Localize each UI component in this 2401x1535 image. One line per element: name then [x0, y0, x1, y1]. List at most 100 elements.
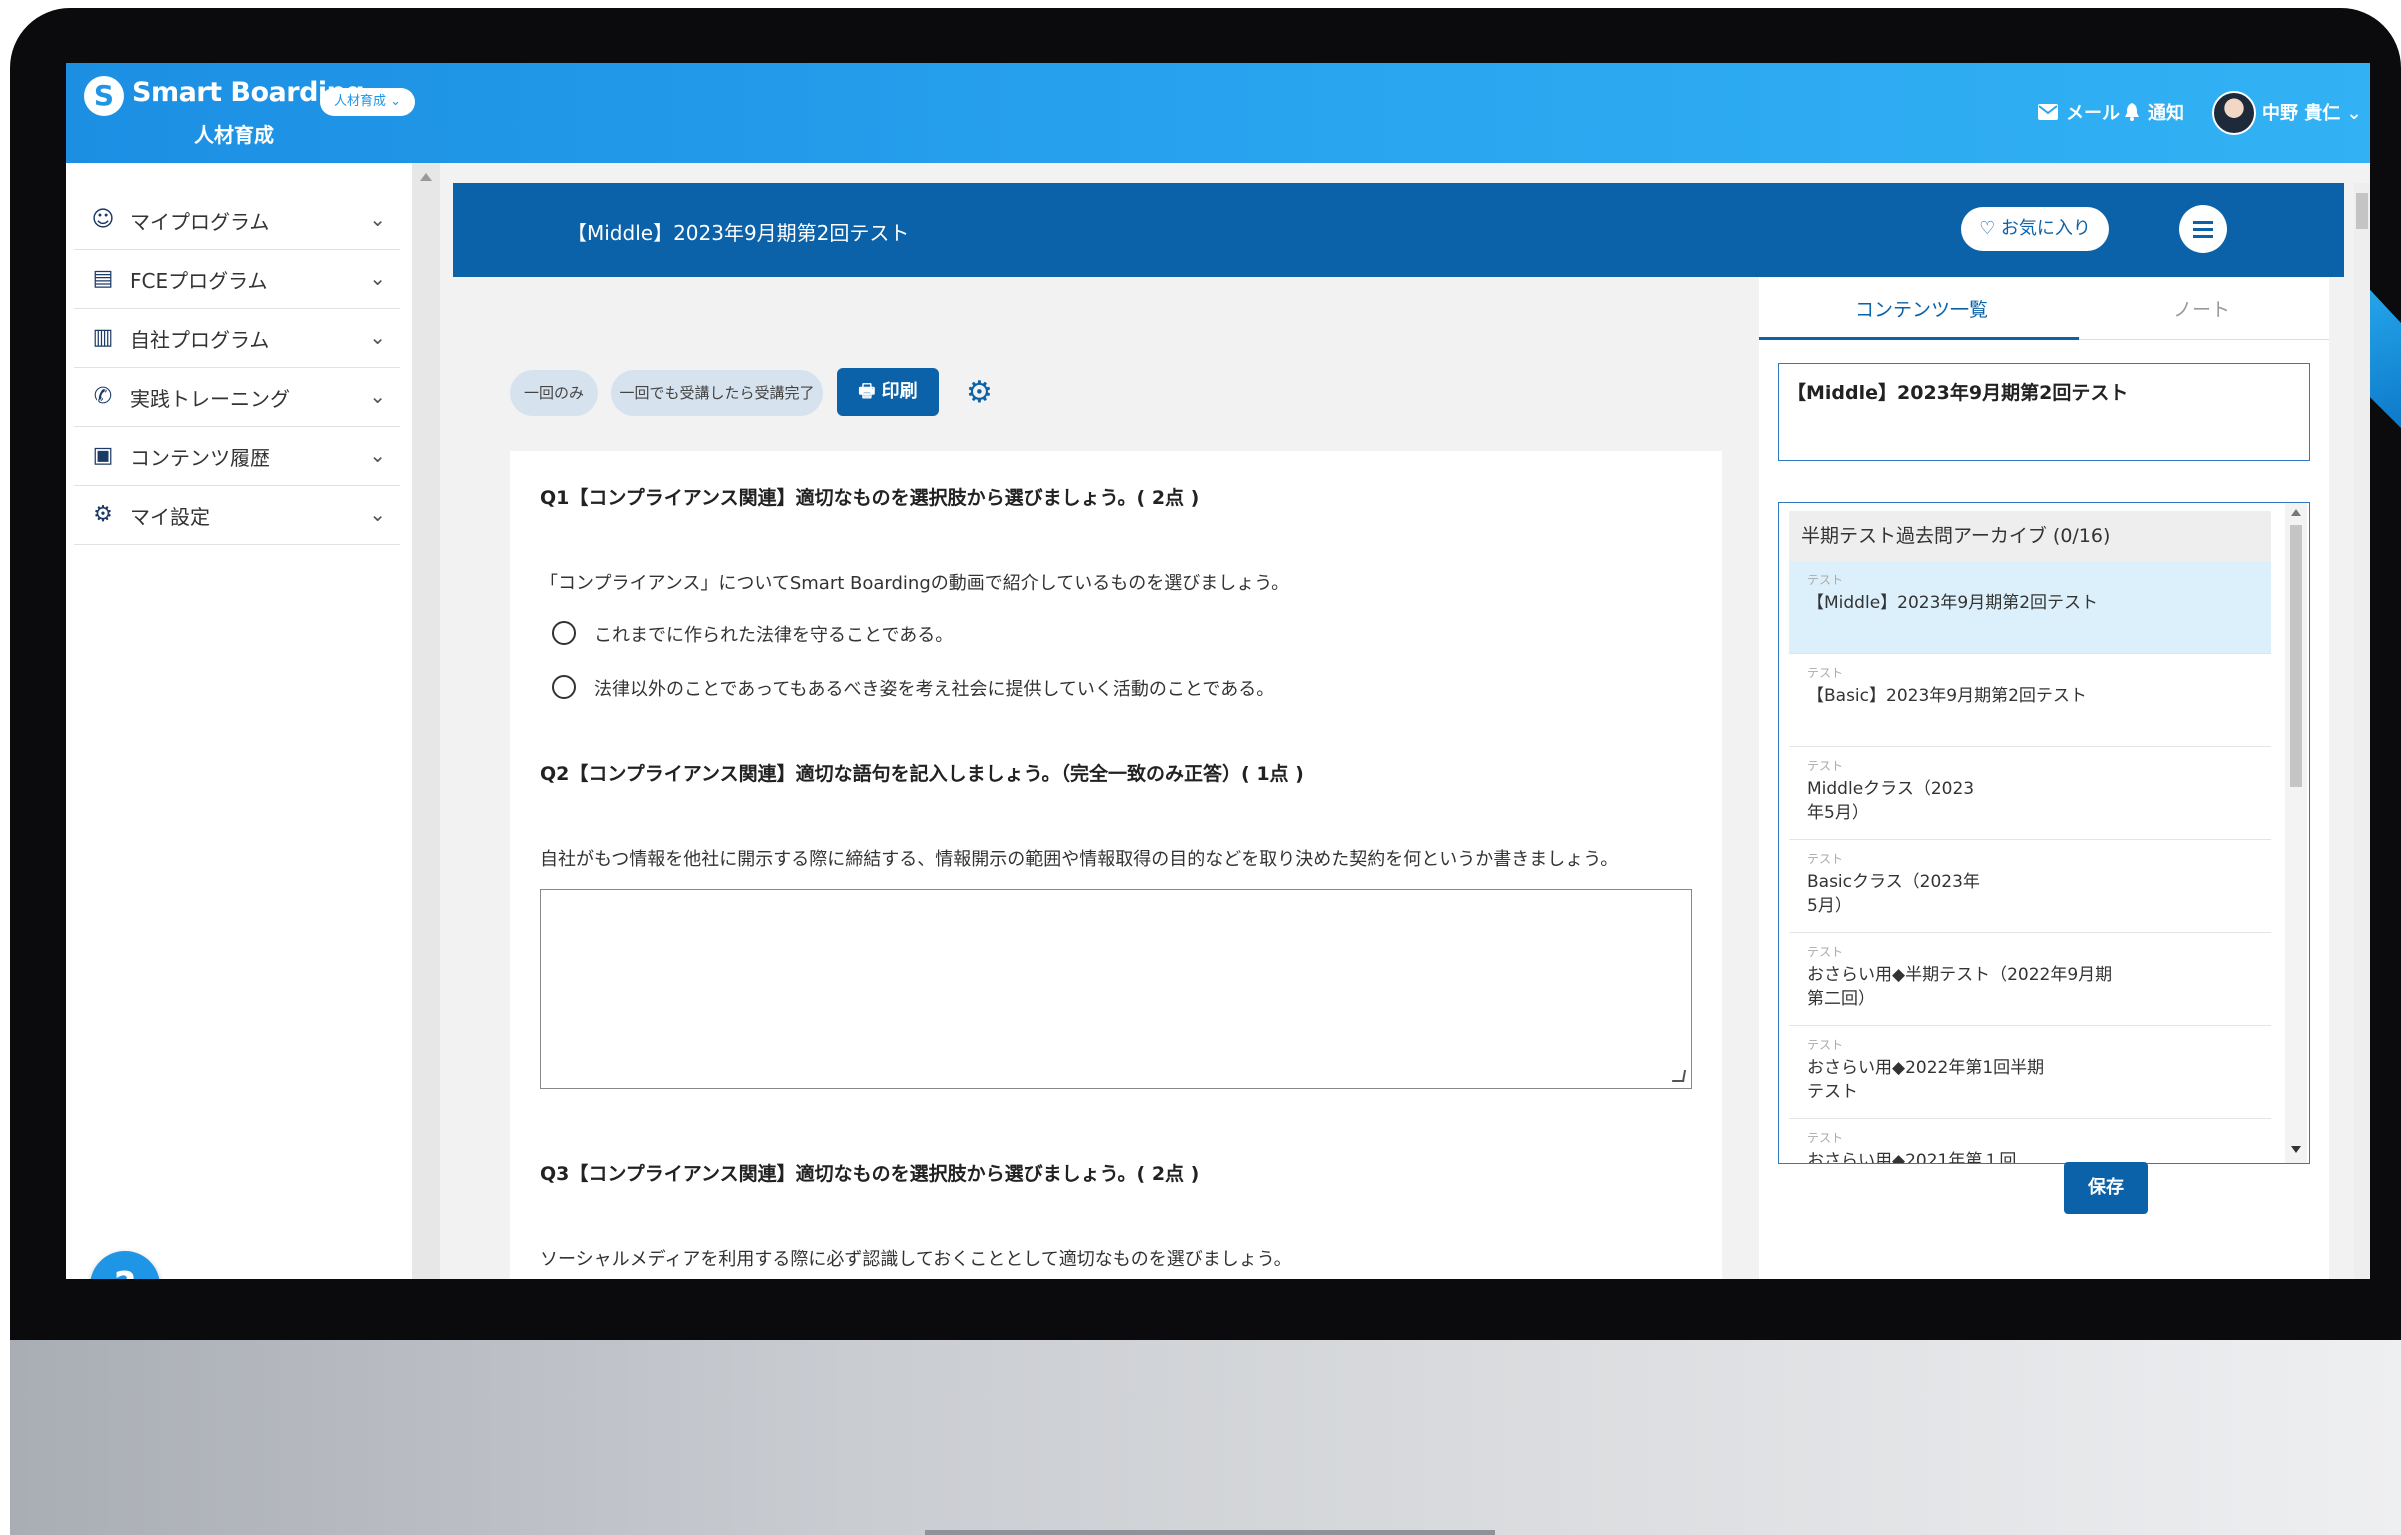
chevron-down-icon[interactable]: ⌄ [369, 502, 386, 526]
sidebar-item-training[interactable]: ✆ 実践トレーニング ⌄ [74, 368, 400, 427]
mail-link[interactable]: メール [2038, 99, 2120, 125]
gear-icon: ⚙ [93, 502, 113, 527]
item-type: テスト [1807, 573, 1844, 587]
phone-icon: ✆ [93, 384, 113, 409]
face-icon: ☺ [91, 207, 115, 232]
active-tab-indicator [1759, 337, 2079, 340]
help-button[interactable]: ? [90, 1251, 160, 1279]
logo-icon[interactable]: S [84, 76, 124, 116]
q1-title: Q1【コンプライアンス関連】適切なものを選択肢から選びましょう。( 2点 ) [540, 487, 1200, 509]
main-scrollbar[interactable] [2354, 183, 2370, 1279]
item-type: テスト [1807, 759, 1844, 773]
item-name: おさらい用◆2021年第１回 [1807, 1151, 2017, 1164]
item-name: 【Basic】2023年9月期第2回テスト [1807, 686, 2087, 706]
device-base [10, 1340, 2401, 1535]
device-slot [925, 1530, 1495, 1535]
chevron-down-icon[interactable]: ⌄ [369, 207, 386, 231]
print-button[interactable]: 🖶 印刷 [837, 368, 939, 416]
chevron-down-icon[interactable]: ⌄ [369, 325, 386, 349]
list-item[interactable]: テスト おさらい用◆2022年第1回半期テスト [1789, 1026, 2271, 1119]
chevron-down-icon[interactable]: ⌄ [369, 266, 386, 290]
heart-icon: ♡ [1979, 218, 2001, 239]
hamburger-line [2193, 235, 2213, 238]
q3-text: ソーシャルメディアを利用する際に必ず認識しておくこととして適切なものを選びましょ… [540, 1249, 1292, 1270]
scroll-thumb[interactable] [2356, 193, 2368, 229]
app-screen: S Smart Boarding 人材育成 人材育成 ⌄ メール 通知 中野 貴… [66, 63, 2370, 1279]
chevron-down-icon[interactable]: ⌄ [369, 443, 386, 467]
sidebar-item-my-program[interactable]: ☺ マイプログラム ⌄ [74, 191, 400, 250]
tab-notes[interactable]: ノート [2173, 295, 2230, 322]
current-content-box: 【Middle】2023年9月期第2回テスト [1778, 363, 2310, 461]
q1-option-2-radio[interactable] [552, 675, 576, 699]
q3-title: Q3【コンプライアンス関連】適切なものを選択肢から選びましょう。( 2点 ) [540, 1163, 1200, 1185]
history-icon: ▣ [92, 443, 114, 468]
scroll-up-icon[interactable] [2291, 509, 2301, 516]
mail-icon [2038, 104, 2058, 120]
archive-scrollbar[interactable] [2285, 503, 2307, 1163]
sidebar-scrollbar[interactable] [412, 163, 440, 1279]
tab-divider [2079, 339, 2329, 340]
list-item[interactable]: テスト おさらい用◆2021年第１回 [1789, 1119, 2271, 1164]
list-item[interactable]: テスト 【Middle】2023年9月期第2回テスト [1789, 561, 2271, 654]
printer-icon: 🖶 [858, 381, 882, 402]
item-type: テスト [1807, 945, 1844, 959]
chevron-down-icon[interactable]: ⌄ [369, 384, 386, 408]
q1-option-1-label[interactable]: これまでに作られた法律を守ることである。 [594, 621, 953, 647]
content-list-panel: コンテンツ一覧 ノート 【Middle】2023年9月期第2回テスト 半期テスト… [1759, 277, 2329, 1279]
complete-on-once-toggle[interactable]: 一回でも受講したら受講完了 [611, 370, 823, 416]
sidebar-item-company-program[interactable]: ▥ 自社プログラム ⌄ [74, 309, 400, 368]
sidebar-item-label: 自社プログラム [130, 327, 270, 352]
top-bar: S Smart Boarding 人材育成 人材育成 ⌄ メール 通知 中野 貴… [66, 63, 2370, 163]
sidebar-item-content-history[interactable]: ▣ コンテンツ履歴 ⌄ [74, 427, 400, 486]
content-header: 【Middle】2023年9月期第2回テスト ♡ お気に入り [453, 183, 2344, 277]
settings-gear-icon[interactable]: ⚙ [966, 375, 993, 410]
page-title: 【Middle】2023年9月期第2回テスト [567, 221, 910, 245]
user-menu[interactable]: 中野 貴仁 ⌄ [2262, 99, 2362, 125]
user-avatar[interactable] [2212, 91, 2256, 135]
q2-text: 自社がもつ情報を他社に開示する際に締結する、情報開示の範囲や情報取得の目的などを… [540, 849, 1619, 870]
user-name: 中野 貴仁 ⌄ [2262, 103, 2362, 124]
bell-icon [2125, 103, 2139, 121]
org-selector[interactable]: 人材育成 ⌄ [320, 88, 416, 116]
list-item[interactable]: テスト おさらい用◆半期テスト（2022年9月期第二回） [1789, 933, 2271, 1026]
item-name: Basicクラス（2023年5月） [1807, 872, 1980, 916]
list-item[interactable]: テスト Basicクラス（2023年5月） [1789, 840, 2271, 933]
device-frame: S Smart Boarding 人材育成 人材育成 ⌄ メール 通知 中野 貴… [10, 8, 2401, 1535]
list-item[interactable]: テスト 【Basic】2023年9月期第2回テスト [1789, 654, 2271, 747]
menu-button[interactable] [2179, 205, 2227, 253]
once-only-toggle[interactable]: 一回のみ [510, 370, 598, 416]
item-name: おさらい用◆2022年第1回半期テスト [1807, 1058, 2045, 1102]
sidebar-item-label: マイプログラム [130, 209, 270, 234]
mail-label: メール [2066, 103, 2120, 124]
open-book-icon: ▥ [92, 325, 114, 350]
archive-list: 半期テスト過去問アーカイブ (0/16) テスト 【Middle】2023年9月… [1778, 502, 2310, 1164]
sidebar: ☺ マイプログラム ⌄ ▤ FCEプログラム ⌄ ▥ 自社プログラム ⌄ ✆ 実… [66, 163, 412, 1279]
notification-label: 通知 [2148, 103, 2184, 124]
notification-link[interactable]: 通知 [2124, 99, 2184, 125]
scroll-thumb[interactable] [2290, 525, 2302, 787]
hamburger-icon [2193, 221, 2213, 224]
save-button[interactable]: 保存 [2064, 1162, 2148, 1214]
item-type: テスト [1807, 852, 1844, 866]
q2-answer-textarea[interactable] [540, 889, 1692, 1089]
sidebar-item-fce-program[interactable]: ▤ FCEプログラム ⌄ [74, 250, 400, 309]
q1-option-2-label[interactable]: 法律以外のことであってもあるべき姿を考え社会に提供していく活動のことである。 [594, 675, 1274, 701]
print-label: 印刷 [881, 381, 918, 402]
item-type: テスト [1807, 1131, 1844, 1145]
sidebar-item-label: 実践トレーニング [130, 386, 290, 411]
scroll-up-icon[interactable] [420, 173, 432, 181]
resize-handle-icon[interactable] [1671, 1070, 1687, 1082]
sidebar-item-label: マイ設定 [130, 504, 210, 529]
question-panel: Q1【コンプライアンス関連】適切なものを選択肢から選びましょう。( 2点 ) 「… [510, 451, 1722, 1279]
sidebar-item-label: FCEプログラム [130, 268, 268, 293]
favorite-button[interactable]: ♡ お気に入り [1961, 207, 2109, 251]
hamburger-line [2193, 228, 2213, 231]
list-item[interactable]: テスト Middleクラス（2023年5月） [1789, 747, 2271, 840]
q1-text: 「コンプライアンス」についてSmart Boardingの動画で紹介しているもの… [540, 573, 1290, 594]
scroll-down-icon[interactable] [2291, 1146, 2301, 1153]
sidebar-item-label: コンテンツ履歴 [130, 445, 270, 470]
q1-option-1-radio[interactable] [552, 621, 576, 645]
tab-content-list[interactable]: コンテンツ一覧 [1855, 295, 1988, 322]
archive-list-header[interactable]: 半期テスト過去問アーカイブ (0/16) [1789, 511, 2271, 561]
sidebar-item-my-settings[interactable]: ⚙ マイ設定 ⌄ [74, 486, 400, 545]
